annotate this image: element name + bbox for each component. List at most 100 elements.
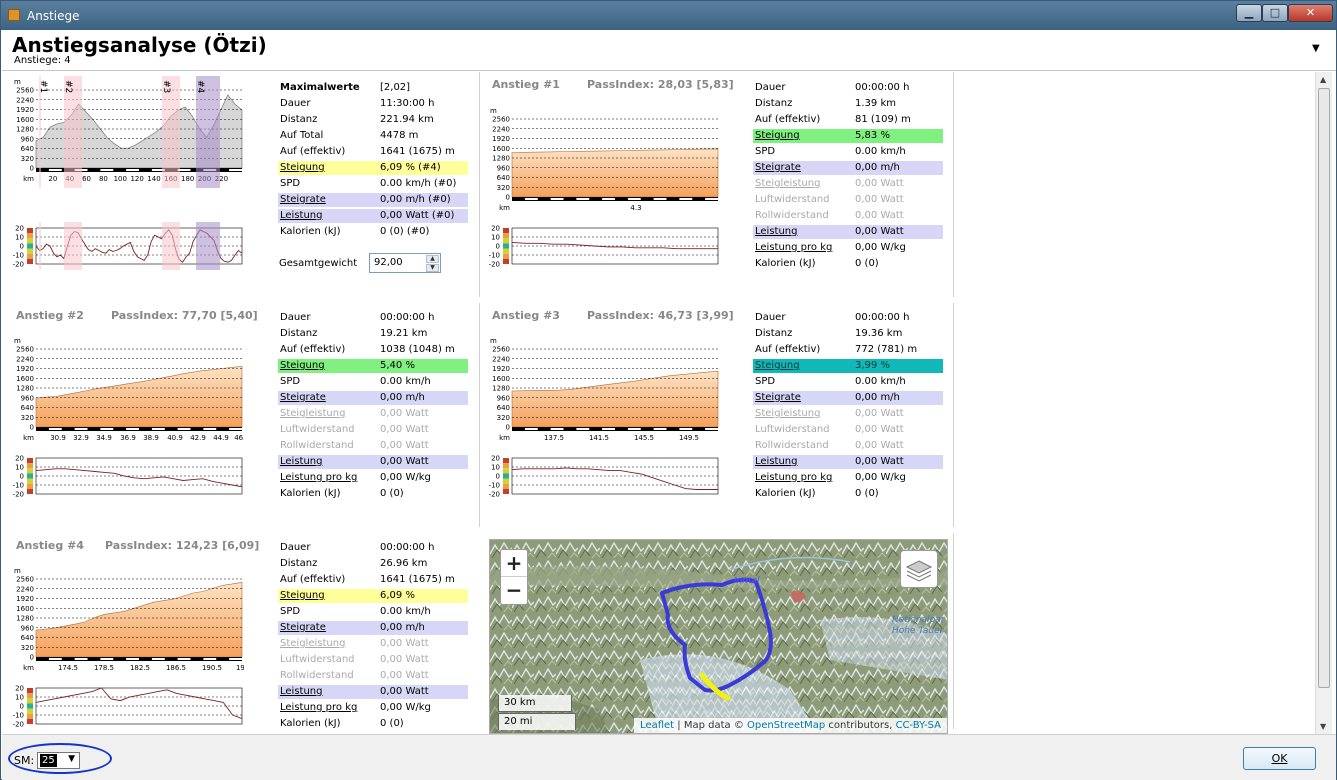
strip-segment bbox=[126, 428, 139, 430]
stat-row: Distanz 1.39 km bbox=[753, 96, 945, 112]
stat-row: Rollwiderstand 0,00 Watt bbox=[278, 438, 470, 454]
stat-value: 1038 (1048) m bbox=[380, 344, 455, 355]
spinner-up-icon[interactable]: ▲ bbox=[426, 255, 439, 263]
strip-segment bbox=[229, 169, 242, 171]
gradient-color-swatch bbox=[503, 258, 509, 264]
stat-label: Luftwiderstand bbox=[280, 654, 355, 665]
stat-row: Leistung 0,00 Watt bbox=[753, 224, 945, 240]
x-tick-label: 190.5 bbox=[202, 664, 222, 672]
license-link[interactable]: CC-BY-SA bbox=[896, 720, 941, 731]
stat-label: Steigleistung bbox=[755, 178, 821, 189]
stat-label: Rollwiderstand bbox=[280, 670, 354, 681]
y-tick-label: 320 bbox=[21, 414, 34, 422]
gradient-tick-label: -10 bbox=[489, 252, 500, 260]
stat-row: Rollwiderstand 0,00 Watt bbox=[753, 208, 945, 224]
gradient-tick-label: 0 bbox=[20, 243, 24, 251]
stat-value: 3,99 % bbox=[855, 360, 890, 371]
scroll-thumb[interactable] bbox=[1318, 88, 1330, 688]
y-tick-label: 0 bbox=[506, 194, 510, 202]
map-label: Nationalpar bbox=[892, 615, 945, 625]
stat-value: 0,00 Watt bbox=[380, 456, 429, 467]
x-tick-label: 4.3 bbox=[630, 204, 641, 212]
gradient-color-swatch bbox=[503, 468, 509, 474]
strip-segment bbox=[653, 428, 667, 430]
scroll-down-icon[interactable]: ▼ bbox=[1320, 722, 1326, 731]
gradient-color-swatch bbox=[27, 228, 33, 234]
map-label: Inntal bbox=[734, 576, 760, 586]
stat-label: Steigrate bbox=[280, 622, 326, 633]
climb-marker-label: #1 bbox=[38, 80, 48, 93]
route-map[interactable]: Nationalpar Hohe Tauer Inntal + − 30 km … bbox=[489, 539, 948, 734]
climb-1-gradient-chart: 20 10 0 -10 -20 bbox=[486, 222, 720, 274]
layers-button[interactable] bbox=[900, 550, 938, 588]
gradient-tick-label: -20 bbox=[13, 721, 24, 729]
minimize-button[interactable]: ▁ bbox=[1236, 4, 1262, 22]
gradient-color-swatch bbox=[503, 238, 509, 244]
sm-value: 25 bbox=[40, 754, 57, 767]
gradient-color-swatch bbox=[27, 478, 33, 484]
separator bbox=[953, 303, 954, 527]
x-tick-label: 46.9 bbox=[234, 434, 244, 442]
gradient-tick-label: 0 bbox=[20, 703, 24, 711]
gradient-color-swatch bbox=[27, 688, 33, 694]
stat-row: SPD 0.00 km/h bbox=[278, 604, 470, 620]
gradient-color-swatch bbox=[503, 478, 509, 484]
stat-label: Leistung pro kg bbox=[280, 472, 358, 483]
gradient-color-swatch bbox=[503, 228, 509, 234]
scroll-up-icon[interactable]: ▲ bbox=[1320, 75, 1326, 84]
y-tick-label: 320 bbox=[21, 644, 34, 652]
y-unit-label: m bbox=[490, 107, 497, 115]
separator bbox=[479, 72, 480, 297]
stat-row: Dauer 00:00:00 h bbox=[753, 310, 945, 326]
strip-segment bbox=[151, 428, 165, 430]
title-bar: Anstiege ▁ □ ✕ bbox=[1, 1, 1336, 30]
window-title: Anstiege bbox=[27, 9, 80, 23]
zoom-in-button[interactable]: + bbox=[501, 550, 527, 577]
y-tick-label: 1280 bbox=[16, 385, 34, 393]
x-tick-label: 34.9 bbox=[96, 434, 112, 442]
gradient-tick-label: 20 bbox=[491, 455, 500, 463]
stat-label: Rollwiderstand bbox=[280, 440, 354, 451]
stat-label: Auf (effektiv) bbox=[755, 114, 821, 125]
vertical-scrollbar[interactable]: ▲ ▼ bbox=[1315, 72, 1332, 734]
strip-segment bbox=[203, 428, 217, 430]
scale-mi: 20 mi bbox=[498, 713, 576, 730]
x-tick-label: 174.5 bbox=[58, 664, 78, 672]
stat-value: 0,00 Watt bbox=[380, 686, 429, 697]
stat-label: Luftwiderstand bbox=[280, 424, 355, 435]
spinner-down-icon[interactable]: ▼ bbox=[426, 264, 439, 272]
map-label: Hohe Tauer bbox=[892, 626, 944, 636]
gesamtgewicht-spinner[interactable]: 92,00 ▲ ▼ bbox=[369, 253, 441, 273]
strip-segment bbox=[100, 428, 114, 430]
y-tick-label: 960 bbox=[21, 135, 34, 143]
stat-label: Steigrate bbox=[755, 162, 801, 173]
close-button[interactable]: ✕ bbox=[1288, 4, 1333, 22]
y-unit-label: m bbox=[14, 78, 21, 86]
maximize-button[interactable]: □ bbox=[1262, 4, 1288, 22]
layers-icon bbox=[905, 560, 933, 582]
gradient-tick-label: -10 bbox=[489, 482, 500, 490]
leaflet-link[interactable]: Leaflet bbox=[640, 720, 674, 731]
stat-row: Luftwiderstand 0,00 Watt bbox=[278, 422, 470, 438]
stat-row: Luftwiderstand 0,00 Watt bbox=[753, 422, 945, 438]
plot-area bbox=[35, 457, 243, 495]
separator bbox=[953, 533, 954, 729]
sm-select[interactable]: 25 ▼ bbox=[37, 752, 80, 769]
stat-value: 0,00 Watt bbox=[380, 440, 429, 451]
gradient-tick-label: 10 bbox=[491, 234, 500, 242]
maximize-icon: □ bbox=[1269, 6, 1281, 19]
dialog-footer: SM: 25 ▼ OK bbox=[2, 734, 1336, 780]
strip-segment bbox=[177, 428, 191, 430]
zoom-out-button[interactable]: − bbox=[501, 577, 527, 604]
stat-label: Leistung bbox=[280, 456, 323, 467]
header-dropdown-icon[interactable]: ▼ bbox=[1312, 43, 1320, 54]
ok-button[interactable]: OK bbox=[1243, 747, 1316, 770]
x-unit-label: km bbox=[499, 204, 510, 212]
osm-link[interactable]: OpenStreetMap bbox=[747, 720, 825, 731]
stat-label: Kalorien (kJ) bbox=[755, 488, 816, 499]
stat-label: Kalorien (kJ) bbox=[280, 718, 341, 729]
stat-label: Rollwiderstand bbox=[755, 440, 829, 451]
y-tick-label: 320 bbox=[497, 184, 510, 192]
stat-label: Distanz bbox=[755, 328, 793, 339]
stat-row: Dauer 00:00:00 h bbox=[278, 540, 470, 556]
